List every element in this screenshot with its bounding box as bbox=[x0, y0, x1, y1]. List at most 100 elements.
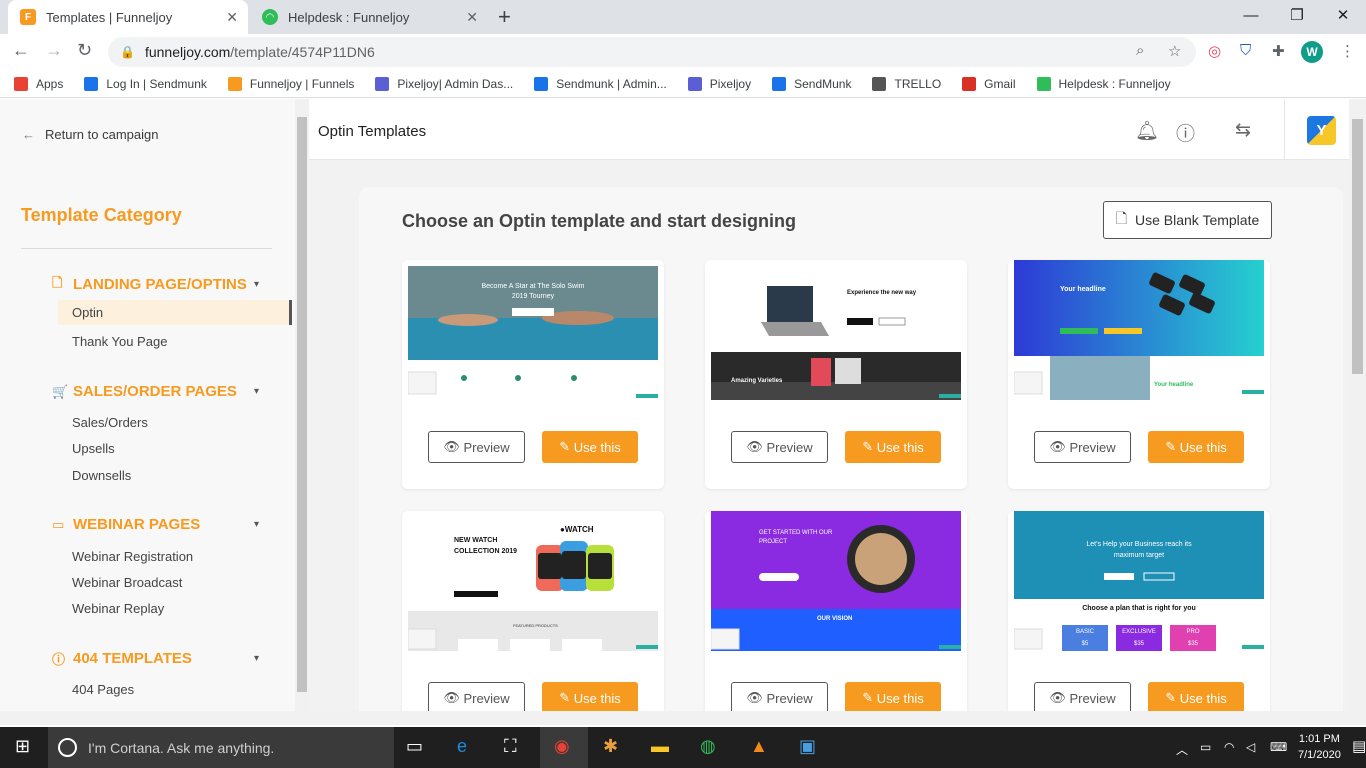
section-landing-page[interactable]: 🗋 LANDING PAGE/OPTINS bbox=[52, 275, 247, 294]
sidebar-item-sales[interactable]: Sales/Orders bbox=[72, 415, 148, 430]
preview-button[interactable]: 👁︎ Preview bbox=[1034, 682, 1131, 711]
extension-icon[interactable]: ◎ bbox=[1208, 42, 1221, 60]
section-webinar[interactable]: ▭ WEBINAR PAGES bbox=[52, 516, 200, 533]
store-icon[interactable]: ⛶ bbox=[504, 736, 517, 757]
gmail-icon bbox=[962, 76, 977, 91]
new-tab-icon[interactable]: + bbox=[498, 4, 511, 30]
sidebar-item-downsells[interactable]: Downsells bbox=[72, 468, 131, 483]
bookmark-item[interactable]: Sendmunk | Admin... bbox=[534, 76, 667, 91]
address-bar[interactable]: 🔒 funneljoy.com/template/4574P11DN6 bbox=[108, 37, 1196, 67]
bitwarden-icon[interactable]: ⛉ bbox=[1240, 42, 1251, 59]
switch-icon[interactable]: ⇆ bbox=[1235, 119, 1251, 142]
use-template-button[interactable]: ✎ Use this bbox=[845, 682, 941, 711]
template-thumbnail[interactable]: Your headline bbox=[1014, 260, 1264, 356]
volume-icon[interactable]: ◁ bbox=[1246, 740, 1255, 754]
info-icon: ⓘ bbox=[52, 652, 66, 667]
chrome-taskbar-item[interactable]: ◉ bbox=[540, 727, 588, 768]
bell-icon[interactable]: 🔔︎ bbox=[1135, 119, 1159, 143]
template-thumbnail[interactable]: Let's Help your Business reach its maxim… bbox=[1014, 511, 1264, 651]
scroll-thumb[interactable] bbox=[297, 117, 307, 692]
bookmark-item[interactable]: Apps bbox=[14, 76, 63, 91]
tab-templates[interactable]: F Templates | Funneljoy ✕ bbox=[8, 0, 248, 34]
bookmark-item[interactable]: Helpdesk : Funneljoy bbox=[1036, 76, 1171, 91]
tab-helpdesk[interactable]: ◠ Helpdesk : Funneljoy ✕ bbox=[250, 0, 488, 34]
vlc-icon[interactable]: ▲ bbox=[750, 736, 768, 757]
windows-start-icon[interactable]: ⊞ bbox=[15, 736, 30, 757]
return-to-campaign-link[interactable]: ← Return to campaign bbox=[22, 127, 158, 142]
bookmark-item[interactable]: Gmail bbox=[962, 76, 1016, 91]
forward-icon[interactable]: → bbox=[45, 40, 63, 61]
sidebar-item-optin[interactable]: Optin bbox=[58, 300, 291, 325]
template-thumbnail[interactable]: GET STARTED WITH OUR PROJECT OUR VISION bbox=[711, 511, 961, 651]
button-label: Preview bbox=[1069, 439, 1116, 455]
sendmunk-icon bbox=[84, 76, 99, 91]
battery-icon[interactable]: ▭ bbox=[1200, 740, 1211, 754]
bookmark-item[interactable]: SendMunk bbox=[772, 76, 851, 91]
zoom-icon[interactable]: ⌕ bbox=[1136, 42, 1144, 59]
bookmark-item[interactable]: Pixeljoy bbox=[687, 76, 751, 91]
chevron-down-icon[interactable]: ▾ bbox=[254, 519, 259, 530]
use-template-button[interactable]: ✎ Use this bbox=[1148, 431, 1244, 463]
help-icon[interactable]: ⓘ bbox=[1176, 119, 1195, 146]
preview-button[interactable]: 👁︎ Preview bbox=[1034, 431, 1131, 463]
sidebar-item-404-pages[interactable]: 404 Pages bbox=[72, 682, 134, 697]
section-404[interactable]: ⓘ 404 TEMPLATES bbox=[52, 650, 192, 667]
app-logo[interactable]: Y bbox=[1307, 116, 1336, 145]
template-thumbnail[interactable]: Become A Star at The Solo Swim 2019 Tour… bbox=[408, 260, 658, 400]
button-label: Use this bbox=[573, 439, 621, 455]
use-blank-template-button[interactable]: 🗋 Use Blank Template bbox=[1103, 201, 1272, 239]
preview-button[interactable]: 👁︎ Preview bbox=[428, 431, 525, 463]
minimize-icon[interactable]: — bbox=[1228, 0, 1274, 30]
close-tab-icon[interactable]: ✕ bbox=[466, 9, 478, 26]
paint-icon[interactable]: ▣ bbox=[799, 736, 816, 757]
whatsapp-icon[interactable]: ◍ bbox=[700, 736, 716, 757]
template-thumbnail[interactable]: Experience the new way Amazing Varieties bbox=[711, 260, 961, 400]
cortana-search[interactable]: I'm Cortana. Ask me anything. bbox=[48, 727, 394, 768]
scroll-thumb[interactable] bbox=[1352, 119, 1363, 374]
reload-icon[interactable]: ↻ bbox=[77, 40, 92, 61]
use-template-button[interactable]: ✎ Use this bbox=[542, 431, 638, 463]
sidebar-item-webinar-replay[interactable]: Webinar Replay bbox=[72, 601, 164, 616]
back-icon[interactable]: ← bbox=[12, 40, 30, 61]
sidebar-item-upsells[interactable]: Upsells bbox=[72, 441, 115, 456]
horizontal-scrollbar[interactable] bbox=[0, 711, 1366, 725]
chevron-up-icon[interactable]: ︿ bbox=[1176, 741, 1188, 758]
chevron-down-icon[interactable]: ▾ bbox=[254, 653, 259, 664]
preview-button[interactable]: 👁︎ Preview bbox=[731, 431, 828, 463]
preview-button[interactable]: 👁︎ Preview bbox=[731, 682, 828, 711]
use-template-button[interactable]: ✎ Use this bbox=[542, 682, 638, 711]
menu-kebab-icon[interactable]: ⋮ bbox=[1340, 42, 1355, 60]
plan-price: $35 bbox=[1187, 641, 1198, 647]
close-tab-icon[interactable]: ✕ bbox=[226, 9, 238, 26]
chevron-down-icon[interactable]: ▾ bbox=[254, 386, 259, 397]
sidebar-item-webinar-registration[interactable]: Webinar Registration bbox=[72, 549, 193, 564]
use-template-button[interactable]: ✎ Use this bbox=[845, 431, 941, 463]
task-view-icon[interactable]: ▭ bbox=[406, 736, 423, 757]
profile-avatar[interactable]: W bbox=[1301, 41, 1323, 63]
keyboard-icon[interactable]: ⌨ bbox=[1270, 740, 1287, 754]
use-template-button[interactable]: ✎ Use this bbox=[1148, 682, 1244, 711]
page-scrollbar[interactable] bbox=[1349, 99, 1366, 711]
sidebar-scrollbar[interactable] bbox=[295, 99, 309, 711]
bookmark-item[interactable]: Funneljoy | Funnels bbox=[227, 76, 354, 91]
bookmark-star-icon[interactable]: ☆ bbox=[1168, 42, 1181, 60]
bookmark-item[interactable]: Log In | Sendmunk bbox=[84, 76, 207, 91]
puzzle-icon[interactable]: ✚ bbox=[1272, 42, 1285, 60]
edge-icon[interactable]: e bbox=[457, 736, 467, 757]
template-thumbnail[interactable]: NEW WATCH COLLECTION 2019 ●WATCH FEATURE… bbox=[408, 511, 658, 651]
file-explorer-icon[interactable]: ▬ bbox=[651, 736, 669, 757]
maximize-icon[interactable]: ❐ bbox=[1274, 0, 1320, 30]
sidebar-item-thank-you[interactable]: Thank You Page bbox=[72, 334, 167, 349]
sidebar-item-webinar-broadcast[interactable]: Webinar Broadcast bbox=[72, 575, 182, 590]
chevron-down-icon[interactable]: ▾ bbox=[254, 279, 259, 290]
preview-button[interactable]: 👁︎ Preview bbox=[428, 682, 525, 711]
close-window-icon[interactable]: ✕ bbox=[1320, 0, 1366, 30]
bookmark-item[interactable]: TRELLO bbox=[872, 76, 941, 91]
slack-icon[interactable]: ✱ bbox=[603, 736, 618, 757]
template-card: GET STARTED WITH OUR PROJECT OUR VISION … bbox=[705, 511, 967, 711]
notifications-icon[interactable]: ▤ bbox=[1352, 737, 1366, 755]
section-sales-order[interactable]: 🛒 SALES/ORDER PAGES bbox=[52, 383, 237, 400]
system-clock[interactable]: 1:01 PM 7/1/2020 bbox=[1298, 731, 1341, 763]
wifi-icon[interactable]: ◠ bbox=[1224, 740, 1234, 754]
bookmark-item[interactable]: Pixeljoy| Admin Das... bbox=[375, 76, 513, 91]
